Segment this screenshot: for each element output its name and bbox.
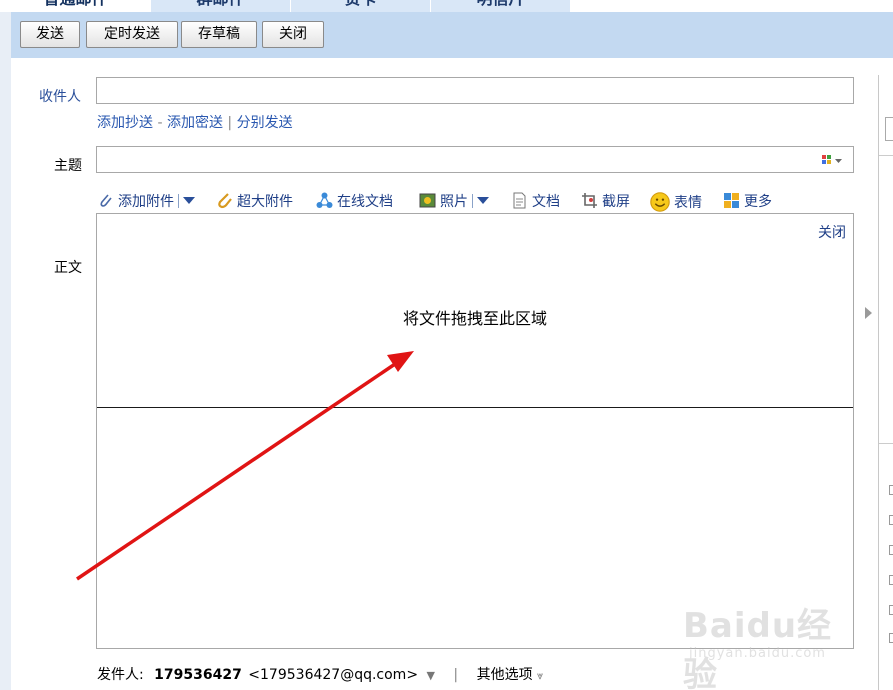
arrow-shaft: [76, 360, 399, 581]
watermark-brand: Baidu经验: [683, 606, 833, 690]
arrow-head: [387, 351, 414, 372]
watermark-url: jingyan.baidu.com: [689, 646, 826, 661]
annotation-arrow: [76, 351, 414, 581]
baidu-watermark: Baidu经验 jingyan.baidu.com: [683, 598, 853, 690]
